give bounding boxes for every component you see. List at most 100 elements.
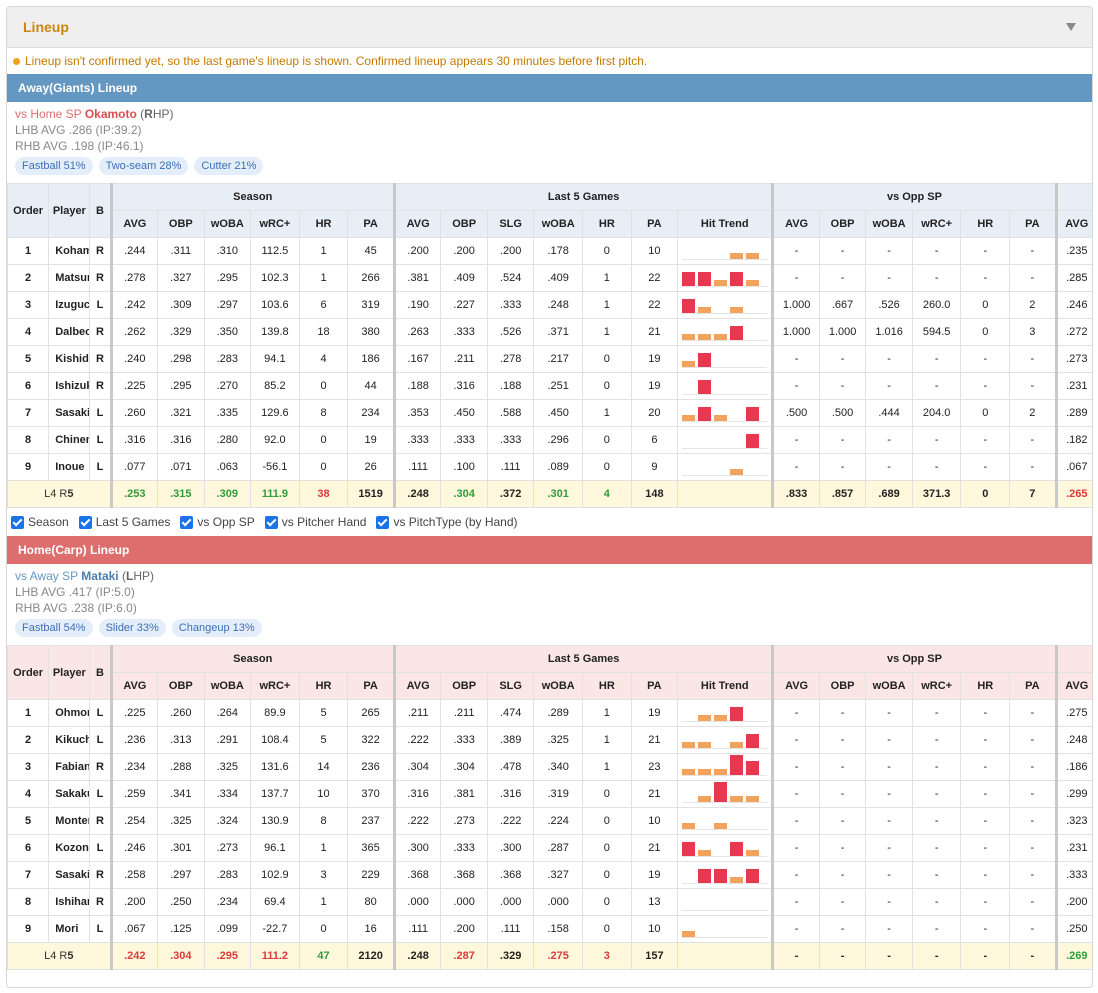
table-row[interactable]: 8IshiharaR.200.250.23469.4180.000.000.00…: [7, 888, 1092, 916]
sp-name-link[interactable]: Mataki: [81, 569, 118, 583]
pitch-type-pill[interactable]: Changeup 13%: [171, 619, 262, 637]
player-name[interactable]: Kishida: [48, 345, 91, 373]
group-season[interactable]: Season: [109, 183, 395, 211]
player-name[interactable]: Sasaki: [48, 399, 91, 427]
pitch-type-pill[interactable]: Fastball 54%: [15, 619, 93, 637]
panel-header[interactable]: Lineup: [7, 7, 1092, 48]
season-col-obp[interactable]: OBP: [157, 672, 205, 700]
pitch-type-pill[interactable]: Slider 33%: [98, 619, 166, 637]
season-col-hr[interactable]: HR: [298, 672, 349, 700]
season-col-obp[interactable]: OBP: [157, 210, 205, 238]
season-col-wrc[interactable]: wRC+: [250, 210, 300, 238]
table-row[interactable]: 1KohamaR.244.311.310112.5145.200.200.200…: [7, 237, 1092, 265]
vsopp-col-avg[interactable]: AVG: [771, 672, 820, 700]
last5-col-pa[interactable]: PA: [630, 210, 679, 238]
sp-name-link[interactable]: Okamoto: [85, 107, 137, 121]
player-name[interactable]: Fabian: [48, 753, 91, 781]
vsopp-col-avg[interactable]: AVG: [771, 210, 820, 238]
vsopp-col-pa[interactable]: PA: [1009, 210, 1057, 238]
vsopp-col-woba[interactable]: wOBA: [865, 672, 913, 700]
player-name[interactable]: Mori: [48, 915, 91, 943]
player-name[interactable]: Inoue: [48, 453, 91, 481]
extra-col-avg[interactable]: AVG: [1054, 672, 1092, 700]
player-name[interactable]: Kikuchi: [48, 726, 91, 754]
col-bat[interactable]: B: [89, 183, 112, 238]
last5-col-woba[interactable]: wOBA: [533, 210, 584, 238]
last5-col-pa[interactable]: PA: [630, 672, 679, 700]
player-name[interactable]: Chinen: [48, 426, 91, 454]
checkbox-checked-icon[interactable]: [264, 515, 278, 529]
season-col-pa[interactable]: PA: [347, 210, 395, 238]
checkbox-checked-icon[interactable]: [376, 515, 390, 529]
season-col-avg[interactable]: AVG: [109, 672, 159, 700]
table-row[interactable]: 7 Sasaki L .260.321.335 129.6 8 234.353.450.58…: [7, 399, 1092, 427]
player-name[interactable]: Izuguchi: [48, 291, 91, 319]
group-extra[interactable]: [1054, 645, 1092, 673]
table-row[interactable]: 2MatsumotoR.278.327.295102.31266.381.409…: [7, 264, 1092, 292]
table-row[interactable]: 1OhmoriL.225.260.26489.95265.211.211.474…: [7, 699, 1092, 727]
vsopp-col-obp[interactable]: OBP: [818, 210, 867, 238]
table-row[interactable]: 5MonteroR.254.325.324130.98237.222.273.2…: [7, 807, 1092, 835]
last5-col-obp[interactable]: OBP: [440, 210, 488, 238]
last5-col-woba[interactable]: wOBA: [533, 672, 584, 700]
player-name[interactable]: Sakakura: [48, 780, 91, 808]
extra-col-avg[interactable]: AVG: [1054, 210, 1092, 238]
pitch-type-pill[interactable]: Cutter 21%: [194, 157, 264, 175]
season-col-pa[interactable]: PA: [347, 672, 395, 700]
vsopp-col-woba[interactable]: wOBA: [865, 210, 913, 238]
col-order[interactable]: Order: [7, 645, 50, 700]
checkbox-checked-icon[interactable]: [11, 515, 24, 529]
filter-checkbox[interactable]: vs PitchType (by Hand): [376, 515, 518, 529]
table-row[interactable]: 7 Sasaki R .258.297.283 102.9 3 229.368.368.36…: [7, 861, 1092, 889]
vsopp-col-wrc[interactable]: wRC+: [911, 210, 962, 238]
checkbox-checked-icon[interactable]: [78, 515, 92, 529]
table-row[interactable]: 4SakakuraL.259.341.334137.710370.316.381…: [7, 780, 1092, 808]
table-row[interactable]: 8 Chinen L .316.316.280 92.0 0 19.333.333.333.…: [7, 426, 1092, 454]
season-col-hr[interactable]: HR: [298, 210, 349, 238]
filter-checkbox[interactable]: Season: [11, 515, 69, 529]
vsopp-col-wrc[interactable]: wRC+: [911, 672, 962, 700]
season-col-woba[interactable]: wOBA: [203, 672, 252, 700]
group-extra[interactable]: [1054, 183, 1092, 211]
season-col-avg[interactable]: AVG: [109, 210, 159, 238]
last5-col-trend[interactable]: Hit Trend: [677, 210, 774, 238]
player-name[interactable]: Matsumoto: [48, 264, 91, 292]
table-row[interactable]: 5KishidaR.240.298.28394.14186.167.211.27…: [7, 345, 1092, 373]
player-name[interactable]: Dalbec: [48, 318, 91, 346]
group-last5[interactable]: Last 5 Games: [392, 645, 774, 673]
pitch-type-pill[interactable]: Fastball 51%: [15, 157, 93, 175]
player-name[interactable]: Ohmori: [48, 699, 91, 727]
table-row[interactable]: 4 Dalbec R .262.329.350 139.8 18 380.263.333.5…: [7, 318, 1092, 346]
last5-col-hr[interactable]: HR: [582, 210, 632, 238]
vsopp-col-pa[interactable]: PA: [1009, 672, 1057, 700]
table-row[interactable]: 6IshizukaR.225.295.27085.2044.188.316.18…: [7, 372, 1092, 400]
last5-col-avg[interactable]: AVG: [392, 672, 442, 700]
last5-col-slg[interactable]: SLG: [486, 672, 535, 700]
player-name[interactable]: Kozono: [48, 834, 91, 862]
group-vsopp[interactable]: vs Opp SP: [771, 183, 1057, 211]
last5-col-avg[interactable]: AVG: [392, 210, 442, 238]
pitch-type-pill[interactable]: Two-seam 28%: [98, 157, 189, 175]
player-name[interactable]: Sasaki: [48, 861, 91, 889]
last5-col-trend[interactable]: Hit Trend: [677, 672, 774, 700]
table-row[interactable]: 3 Fabian R .234.288.325 131.6 14 236.304.304.4…: [7, 753, 1092, 781]
season-col-woba[interactable]: wOBA: [203, 210, 252, 238]
vsopp-col-hr[interactable]: HR: [960, 672, 1011, 700]
vsopp-col-hr[interactable]: HR: [960, 210, 1011, 238]
filter-checkbox[interactable]: vs Pitcher Hand: [264, 515, 366, 529]
col-bat[interactable]: B: [89, 645, 112, 700]
player-name[interactable]: Montero: [48, 807, 91, 835]
vsopp-col-obp[interactable]: OBP: [818, 672, 867, 700]
player-name[interactable]: Ishizuka: [48, 372, 91, 400]
last5-col-slg[interactable]: SLG: [486, 210, 535, 238]
group-last5[interactable]: Last 5 Games: [392, 183, 774, 211]
col-player[interactable]: Player: [48, 183, 91, 238]
player-name[interactable]: Ishihara: [48, 888, 91, 916]
table-row[interactable]: 9 Inoue L .077.071.063 -56.1 0 26.111.100.111.…: [7, 453, 1092, 481]
group-season[interactable]: Season: [109, 645, 395, 673]
table-row[interactable]: 6KozonoL.246.301.27396.11365.300.333.300…: [7, 834, 1092, 862]
table-row[interactable]: 2KikuchiL.236.313.291108.45322.222.333.3…: [7, 726, 1092, 754]
table-row[interactable]: 9 Mori L .067.125.099 -22.7 0 16.111.200.111.1…: [7, 915, 1092, 943]
checkbox-checked-icon[interactable]: [180, 515, 194, 529]
table-row[interactable]: 3IzuguchiL.242.309.297103.66319.190.227.…: [7, 291, 1092, 319]
